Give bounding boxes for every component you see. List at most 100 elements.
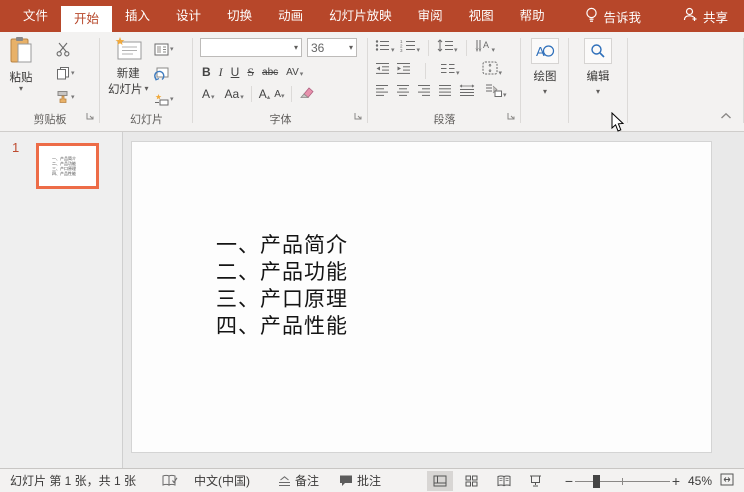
- align-text-button[interactable]: ▾: [482, 61, 502, 80]
- slide-counter[interactable]: 幻灯片 第 1 张，共 1 张: [10, 472, 136, 489]
- slide-sorter-view-button[interactable]: [459, 471, 485, 491]
- convert-smartart-button[interactable]: ▾: [485, 83, 507, 102]
- language-button[interactable]: 中文(中国): [194, 472, 250, 489]
- collapse-ribbon-icon[interactable]: [720, 107, 732, 125]
- zoom-level[interactable]: 45%: [688, 474, 712, 488]
- numbering-button[interactable]: 1 2 3 ▾: [400, 39, 421, 57]
- slide-thumbnail[interactable]: 一、产品简介 二、产品功能 三、产口原理 四、产品性能: [36, 143, 99, 189]
- editing-button[interactable]: 编辑 ▾: [584, 38, 612, 96]
- align-center-button[interactable]: [396, 84, 410, 102]
- increase-indent-icon: [397, 62, 410, 74]
- align-right-button[interactable]: [417, 84, 431, 102]
- font-name-combobox[interactable]: ▾: [200, 38, 302, 57]
- share-label: 共享: [702, 10, 728, 25]
- slide-counter-label: 幻灯片 第 1 张，共 1 张: [10, 474, 137, 488]
- slide-text-line: 二、产品功能: [216, 260, 348, 284]
- columns-button[interactable]: ▾: [440, 62, 460, 80]
- status-bar: 幻灯片 第 1 张，共 1 张 中文(中国) 备注 批注 − + 45%: [0, 468, 744, 492]
- zoom-in-button[interactable]: +: [670, 473, 682, 489]
- increase-font-size-button[interactable]: A ▴: [259, 87, 271, 101]
- justify-button[interactable]: [438, 84, 452, 102]
- zoom-slider[interactable]: [574, 474, 670, 488]
- lightbulb-icon: [585, 7, 598, 26]
- text-direction-button[interactable]: A ▾: [475, 39, 495, 57]
- svg-text:3: 3: [400, 48, 403, 52]
- clear-strike-button[interactable]: abc: [262, 67, 278, 78]
- tab-design[interactable]: 设计: [163, 0, 214, 32]
- reset-icon: [154, 67, 169, 81]
- bold-button[interactable]: B: [202, 65, 211, 79]
- slide-thumbnail-content: 一、产品简介 二、产品功能 三、产口原理 四、产品性能: [52, 156, 76, 176]
- spell-check-button[interactable]: [162, 474, 178, 487]
- font-name-dropdown-icon[interactable]: ▾: [294, 43, 298, 52]
- fit-slide-to-window-button[interactable]: [720, 473, 734, 489]
- paste-dropdown-icon[interactable]: ▾: [19, 85, 23, 93]
- font-size-input[interactable]: [308, 39, 349, 56]
- comments-button[interactable]: 批注: [339, 472, 381, 489]
- reading-view-button[interactable]: [491, 471, 517, 491]
- slideshow-view-button[interactable]: [523, 471, 549, 491]
- normal-view-button[interactable]: [426, 470, 453, 491]
- copy-button[interactable]: ▾: [56, 64, 76, 82]
- tab-review[interactable]: 审阅: [405, 0, 456, 32]
- tab-insert[interactable]: 插入: [112, 0, 163, 32]
- underline-button[interactable]: U: [231, 65, 240, 79]
- font-name-input[interactable]: [201, 39, 294, 56]
- tab-help[interactable]: 帮助: [507, 0, 558, 32]
- distribute-text-icon: [459, 83, 475, 96]
- tab-home[interactable]: 开始: [61, 6, 113, 32]
- tab-transitions[interactable]: 切换: [214, 0, 265, 32]
- zoom-out-button[interactable]: −: [563, 473, 575, 489]
- ribbon-tabs: 文件 开始 插入 设计 切换 动画 幻灯片放映 审阅 视图 帮助: [0, 0, 558, 32]
- align-center-icon: [397, 84, 409, 96]
- mouse-cursor: [611, 111, 626, 138]
- paragraph-group-label: 段落: [433, 114, 456, 126]
- decrease-font-size-button[interactable]: A ▾: [274, 89, 284, 100]
- cut-button[interactable]: [56, 40, 76, 58]
- tab-view[interactable]: 视图: [456, 0, 507, 32]
- distribute-button[interactable]: [459, 83, 475, 102]
- section-button[interactable]: ▾: [154, 90, 174, 108]
- align-left-button[interactable]: [375, 84, 389, 102]
- slide[interactable]: 一、产品简介 二、产品功能 三、产口原理 四、产品性能: [131, 141, 712, 453]
- line-spacing-button[interactable]: ▾: [437, 39, 458, 57]
- slide-text-box[interactable]: 一、产品简介 二、产品功能 三、产口原理 四、产品性能: [216, 232, 348, 340]
- drawing-button[interactable]: A 绘图 ▾: [531, 38, 559, 96]
- tell-me-button[interactable]: 告诉我: [585, 7, 641, 26]
- format-painter-button[interactable]: ▾: [56, 88, 76, 106]
- slide-thumbnail-panel[interactable]: 1 一、产品简介 二、产品功能 三、产口原理 四、产品性能: [0, 132, 123, 468]
- font-group-label: 字体: [269, 114, 292, 126]
- font-size-dropdown-icon[interactable]: ▾: [349, 43, 353, 52]
- paragraph-dialog-launcher-icon[interactable]: [507, 108, 516, 126]
- font-size-combobox[interactable]: ▾: [307, 38, 357, 57]
- layout-button[interactable]: ▾: [154, 40, 174, 58]
- decrease-indent-button[interactable]: [375, 62, 390, 80]
- clear-formatting-eraser-icon[interactable]: [299, 85, 315, 103]
- slide-editing-canvas[interactable]: 一、产品简介 二、产品功能 三、产口原理 四、产品性能: [123, 132, 744, 468]
- share-person-icon: [683, 7, 698, 25]
- justify-icon: [439, 84, 451, 96]
- font-dialog-launcher-icon[interactable]: [354, 108, 363, 126]
- slide-text-line: 一、产品简介: [216, 233, 348, 257]
- tab-animations[interactable]: 动画: [265, 0, 316, 32]
- tab-slideshow[interactable]: 幻灯片放映: [316, 0, 405, 32]
- new-slide-label-line2: 幻灯片: [108, 84, 143, 96]
- section-icon: [155, 93, 169, 105]
- paragraph-group: ▾ 1 2 3 ▾ ▾ A ▾ ▾ ▾ ▾ 段落: [368, 32, 521, 131]
- slide-text-line: 四、产品性能: [216, 314, 348, 338]
- change-case-button[interactable]: Aa ▾: [225, 87, 244, 101]
- character-spacing-button[interactable]: AV ▾: [286, 67, 303, 78]
- reset-slide-button[interactable]: [154, 65, 174, 83]
- zoom-slider-thumb[interactable]: [592, 474, 600, 488]
- font-color-button[interactable]: A ▾: [202, 87, 215, 101]
- clipboard-dialog-launcher-icon[interactable]: [86, 108, 95, 126]
- new-slide-button[interactable]: 新建 幻灯片 ▾: [108, 36, 149, 97]
- paste-button[interactable]: 粘贴 ▾: [8, 36, 34, 93]
- notes-button[interactable]: 备注: [278, 472, 319, 489]
- share-button[interactable]: 共享: [683, 7, 728, 26]
- strikethrough-button[interactable]: S: [247, 65, 254, 80]
- italic-button[interactable]: I: [219, 65, 223, 80]
- bullets-button[interactable]: ▾: [375, 39, 395, 57]
- increase-indent-button[interactable]: [396, 62, 411, 80]
- tab-file[interactable]: 文件: [10, 0, 61, 32]
